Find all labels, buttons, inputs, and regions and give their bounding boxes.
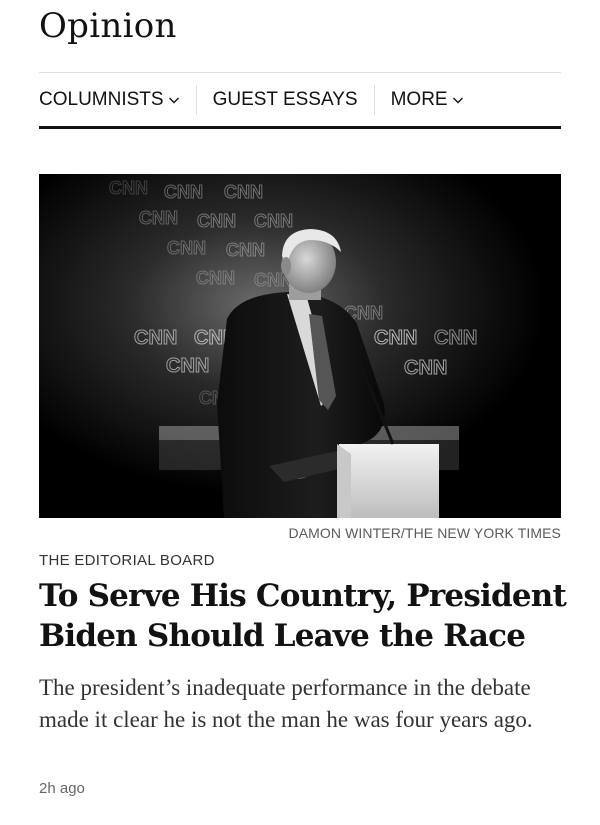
logo-text: CNN	[167, 238, 206, 258]
nav-item-label: GUEST ESSAYS	[212, 89, 358, 110]
article-summary[interactable]: The president’s inadequate performance i…	[39, 672, 569, 736]
logo-text: CNN	[226, 240, 265, 260]
chevron-down-icon	[168, 97, 179, 104]
logo-text: CNN	[109, 178, 148, 198]
debate-photo: CNN CNN CNN CNN CNN CNN CNN CNN CNN CNN …	[39, 174, 561, 518]
logo-text: CNN	[197, 211, 236, 231]
nav-item-more[interactable]: MORE	[391, 89, 464, 111]
nav-item-label: COLUMNISTS	[39, 89, 164, 110]
nav-item-guest-essays[interactable]: GUEST ESSAYS	[213, 89, 358, 111]
article-headline[interactable]: To Serve His Country, President Biden Sh…	[39, 576, 569, 656]
logo-text: CNN	[224, 182, 263, 202]
chevron-down-icon	[452, 97, 463, 104]
logo-text: CNN	[164, 182, 203, 202]
logo-text: CNN	[134, 327, 177, 349]
logo-text: CNN	[374, 327, 417, 349]
nav-item-label: MORE	[390, 89, 448, 110]
nav-bottom-rule	[39, 126, 561, 129]
section-title[interactable]: Opinion	[39, 6, 177, 46]
article-timestamp: 2h ago	[39, 780, 85, 797]
nav-separator	[373, 85, 375, 115]
logo-text: CNN	[434, 327, 477, 349]
nav-item-columnists[interactable]: COLUMNISTS	[39, 89, 180, 111]
logo-text: CNN	[139, 208, 178, 228]
logo-text: CNN	[404, 357, 447, 379]
logo-text: CNN	[196, 268, 235, 288]
logo-text: CNN	[166, 355, 209, 377]
divider	[39, 72, 561, 73]
section-nav: COLUMNISTS GUEST ESSAYS MORE	[39, 82, 561, 118]
article-kicker[interactable]: THE EDITORIAL BOARD	[39, 552, 215, 569]
article-photo[interactable]: CNN CNN CNN CNN CNN CNN CNN CNN CNN CNN …	[39, 174, 561, 518]
photo-credit: DAMON WINTER/THE NEW YORK TIMES	[288, 525, 561, 541]
logo-text: CNN	[254, 211, 293, 231]
nav-separator	[195, 85, 197, 115]
